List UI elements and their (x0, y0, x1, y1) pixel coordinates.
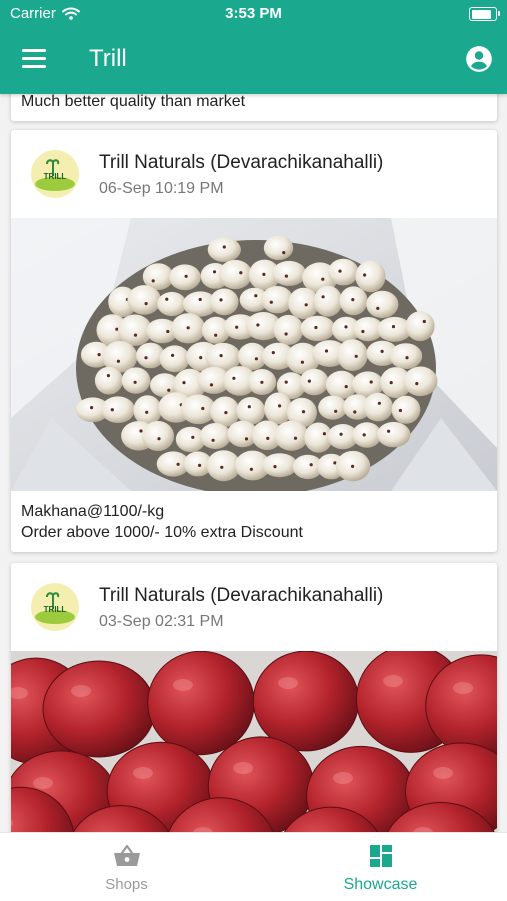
post-header: TRILL Trill Naturals (Devarachikanahalli… (11, 130, 497, 218)
app-bar: Trill (0, 28, 507, 94)
makhana-photo[interactable] (11, 218, 497, 491)
battery-icon (469, 7, 500, 21)
post-caption: Makhana@1100/-kg Order above 1000/- 10% … (11, 491, 497, 552)
account-circle-icon[interactable] (465, 45, 493, 73)
post-date: 03-Sep 02:31 PM (99, 613, 224, 630)
tab-label: Showcase (343, 876, 418, 893)
post-card[interactable]: TRILL Trill Naturals (Devarachikanahalli… (11, 130, 497, 552)
svg-text:TRILL: TRILL (44, 605, 67, 614)
shop-name[interactable]: Trill Naturals (Devarachikanahalli) (99, 152, 383, 174)
post-date: 06-Sep 10:19 PM (99, 180, 224, 197)
status-time: 3:53 PM (225, 5, 282, 22)
app-title: Trill (89, 45, 127, 72)
tab-label: Shops (105, 876, 148, 893)
showcase-feed[interactable]: Much better quality than market TRILL Tr… (0, 94, 507, 832)
shop-name[interactable]: Trill Naturals (Devarachikanahalli) (99, 585, 383, 607)
caption-line: Order above 1000/- 10% extra Discount (21, 524, 303, 541)
post-card[interactable]: TRILL Trill Naturals (Devarachikanahalli… (11, 563, 497, 832)
shop-logo: TRILL (31, 150, 79, 198)
caption-line: Makhana@1100/-kg (21, 503, 165, 520)
svg-text:TRILL: TRILL (44, 172, 67, 181)
tab-showcase[interactable]: Showcase (254, 833, 507, 901)
status-bar: Carrier 3:53 PM (0, 0, 507, 28)
post-card-partial[interactable]: Much better quality than market (11, 94, 497, 121)
post-header: TRILL Trill Naturals (Devarachikanahalli… (11, 563, 497, 651)
post-caption-line: Much better quality than market (21, 94, 246, 110)
shop-logo: TRILL (31, 583, 79, 631)
tab-shops[interactable]: Shops (0, 833, 253, 901)
apples-photo[interactable] (11, 651, 497, 832)
hamburger-menu-icon[interactable] (22, 49, 48, 71)
battery-level (471, 9, 491, 19)
shopping-basket-icon (113, 844, 140, 866)
bottom-navigation: Shops Showcase (0, 832, 507, 901)
dashboard-icon (369, 845, 392, 867)
